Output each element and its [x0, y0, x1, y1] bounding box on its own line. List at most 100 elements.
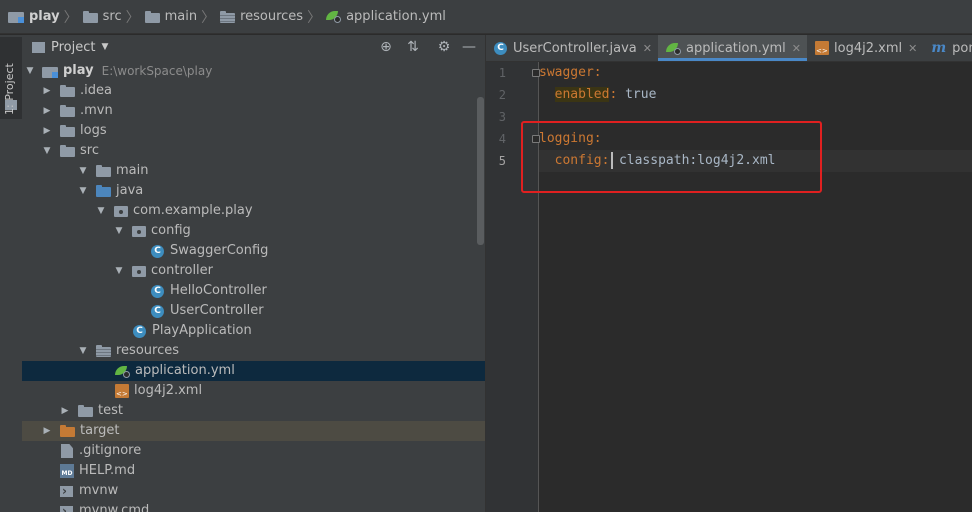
tree-item-application-yml[interactable]: application.yml: [22, 361, 485, 381]
module-folder-icon: [42, 65, 58, 78]
tree-item-play[interactable]: ▼ play E:\workSpace\play: [22, 61, 485, 81]
folder-icon: [78, 405, 93, 417]
spring-boot-class-icon: C: [133, 324, 146, 338]
tree-item-gitignore[interactable]: .gitignore: [22, 441, 485, 461]
tree-item-usercontroller[interactable]: C UserController: [22, 301, 485, 321]
tree-item-hellocontroller[interactable]: C HelloController: [22, 281, 485, 301]
expand-arrow-icon[interactable]: ▼: [77, 341, 89, 361]
tree-item-config[interactable]: ▼ config: [22, 221, 485, 241]
java-class-icon: C: [151, 244, 164, 258]
markdown-file-icon: MD: [60, 464, 74, 478]
tree-item-idea[interactable]: ▶ .idea: [22, 81, 485, 101]
folder-icon: [96, 165, 111, 177]
collapse-arrow-icon[interactable]: ▶: [41, 81, 53, 101]
code-line[interactable]: enabled: true: [539, 84, 972, 106]
breadcrumb-separator: 〉: [307, 9, 322, 26]
chevron-down-icon[interactable]: ▼: [101, 42, 108, 52]
spring-config-icon: [326, 10, 342, 23]
breadcrumb-separator: 〉: [201, 9, 216, 26]
expand-arrow-icon[interactable]: ▼: [113, 221, 125, 241]
terminal-file-icon: [60, 481, 73, 501]
tree-item-playapplication[interactable]: C PlayApplication: [22, 321, 485, 341]
locate-target-icon[interactable]: ⊕: [378, 39, 394, 55]
line-number: 2: [498, 88, 506, 102]
tree-item-mvnw-cmd[interactable]: mvnw.cmd: [22, 501, 485, 512]
folder-icon: [60, 145, 75, 157]
code-line[interactable]: swagger:: [539, 62, 972, 84]
tab-application-yml[interactable]: application.yml ✕: [657, 35, 808, 61]
tree-item-logs[interactable]: ▶ logs: [22, 121, 485, 141]
java-class-icon: C: [151, 284, 164, 298]
project-tree: ▼ play E:\workSpace\play ▶ .idea ▶ .mvn: [22, 61, 485, 512]
tree-item-src[interactable]: ▼ src: [22, 141, 485, 161]
tree-item-test[interactable]: ▶ test: [22, 401, 485, 421]
tree-item-swaggerconfig[interactable]: C SwaggerConfig: [22, 241, 485, 261]
folder-icon: [60, 105, 75, 117]
breadcrumb-item-application-yml[interactable]: application.yml: [326, 0, 446, 34]
close-icon[interactable]: ✕: [792, 42, 801, 55]
expand-arrow-icon[interactable]: ▼: [24, 61, 36, 81]
tree-item-java[interactable]: ▼ java: [22, 181, 485, 201]
breadcrumb-item-main[interactable]: main 〉: [144, 0, 220, 34]
tree-item-resources[interactable]: ▼ resources: [22, 341, 485, 361]
module-folder-icon: [8, 10, 24, 23]
source-folder-icon: [96, 185, 111, 197]
tree-item-mvnw[interactable]: mvnw: [22, 481, 485, 501]
close-icon[interactable]: ✕: [643, 42, 652, 55]
line-number-current: 5: [498, 154, 506, 168]
collapse-arrow-icon[interactable]: ▶: [59, 401, 71, 421]
project-panel-header: Project ▼ ⊕ ⇅ ⚙ —: [22, 35, 485, 59]
expand-arrow-icon[interactable]: ▼: [77, 181, 89, 201]
tree-item-main[interactable]: ▼ main: [22, 161, 485, 181]
tool-window-strip: 1: Project: [0, 35, 23, 512]
expand-arrow-icon[interactable]: ▼: [77, 161, 89, 181]
line-number: 3: [498, 110, 506, 124]
expand-arrow-icon[interactable]: ▼: [95, 201, 107, 221]
maven-icon: m: [931, 40, 947, 56]
xml-file-icon: [815, 41, 830, 55]
project-panel: Project ▼ ⊕ ⇅ ⚙ — ▼ play E:\workSpace\pl…: [22, 35, 486, 512]
tree-item-package[interactable]: ▼ com.example.play: [22, 201, 485, 221]
tab-usercontroller-java[interactable]: C UserController.java ✕: [486, 35, 658, 61]
breadcrumb-item-src[interactable]: src 〉: [82, 0, 145, 34]
tree-item-log4j2-xml[interactable]: log4j2.xml: [22, 381, 485, 401]
project-tool-tab[interactable]: 1: Project: [0, 37, 22, 119]
breadcrumb-separator: 〉: [125, 9, 140, 26]
folder-icon: [82, 10, 98, 23]
tree-item-help-md[interactable]: MD HELP.md: [22, 461, 485, 481]
excluded-folder-icon: [60, 425, 75, 437]
tree-item-controller[interactable]: ▼ controller: [22, 261, 485, 281]
spring-config-icon: [665, 42, 681, 55]
project-view-selector[interactable]: Project: [51, 40, 95, 55]
breadcrumb-item-play[interactable]: play 〉: [8, 0, 83, 34]
java-class-icon: C: [151, 304, 164, 318]
breadcrumb-separator: 〉: [63, 9, 78, 26]
expand-arrow-icon[interactable]: ▼: [113, 261, 125, 281]
folder-icon: [60, 85, 75, 97]
resources-folder-icon: [220, 10, 236, 23]
line-number: 1: [498, 66, 506, 80]
collapse-arrow-icon[interactable]: ▶: [41, 121, 53, 141]
package-icon: [132, 265, 146, 277]
annotation-highlight-box: [521, 121, 822, 193]
collapse-arrow-icon[interactable]: ▶: [41, 421, 53, 441]
tree-item-target[interactable]: ▶ target: [22, 421, 485, 441]
gear-icon[interactable]: ⚙: [436, 39, 452, 55]
package-icon: [114, 205, 128, 217]
hide-panel-icon[interactable]: —: [461, 39, 477, 55]
java-class-icon: C: [494, 41, 507, 55]
tab-log4j2-xml[interactable]: log4j2.xml ✕: [807, 35, 923, 61]
package-icon: [132, 225, 146, 237]
terminal-file-icon: [60, 501, 73, 512]
breadcrumb-item-resources[interactable]: resources 〉: [220, 0, 326, 34]
close-icon[interactable]: ✕: [908, 42, 917, 55]
collapse-arrow-icon[interactable]: ▶: [41, 101, 53, 121]
collapse-all-icon[interactable]: ⇅: [405, 39, 421, 55]
folder-icon: [60, 125, 75, 137]
expand-arrow-icon[interactable]: ▼: [41, 141, 53, 161]
project-view-icon: [32, 41, 45, 53]
tree-item-mvn[interactable]: ▶ .mvn: [22, 101, 485, 121]
editor-tab-bar: C UserController.java ✕ application.yml …: [486, 35, 972, 62]
tab-pom-xml[interactable]: m pom.xml: [923, 35, 972, 61]
resources-folder-icon: [96, 345, 111, 357]
